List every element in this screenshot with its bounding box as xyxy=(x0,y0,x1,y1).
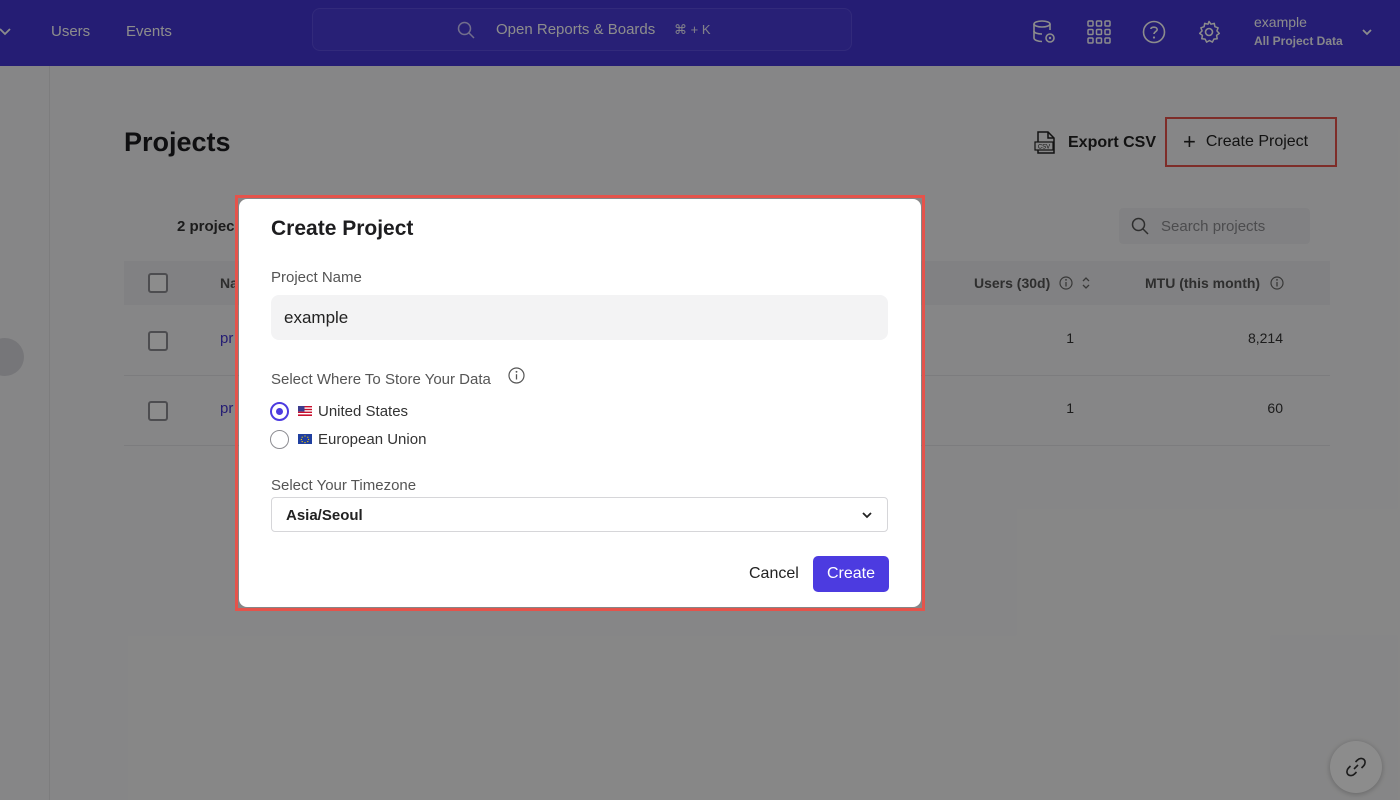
project-name-input[interactable] xyxy=(271,295,888,340)
storage-option-label: European Union xyxy=(318,430,427,448)
project-name-label: Project Name xyxy=(271,269,362,286)
storage-option-label: United States xyxy=(318,402,409,420)
radio-united-states[interactable] xyxy=(270,401,289,421)
create-button[interactable]: Create xyxy=(813,556,889,592)
timezone-select[interactable]: Asia/Seoul xyxy=(271,497,888,532)
us-flag-icon xyxy=(298,406,312,416)
create-project-dialog: Create Project Project Name Select Where… xyxy=(239,199,921,607)
dialog-title: Create Project xyxy=(271,217,414,240)
chevron-down-icon xyxy=(862,512,872,519)
storage-region-label: Select Where To Store Your Data xyxy=(271,371,491,388)
info-icon[interactable] xyxy=(508,367,525,384)
eu-flag-icon xyxy=(298,434,312,444)
storage-option-us[interactable]: United States xyxy=(270,401,408,421)
storage-option-eu[interactable]: European Union xyxy=(270,429,426,449)
radio-european-union[interactable] xyxy=(270,429,289,449)
cancel-button[interactable]: Cancel xyxy=(739,556,809,592)
timezone-value: Asia/Seoul xyxy=(286,507,363,524)
timezone-label: Select Your Timezone xyxy=(271,477,417,494)
